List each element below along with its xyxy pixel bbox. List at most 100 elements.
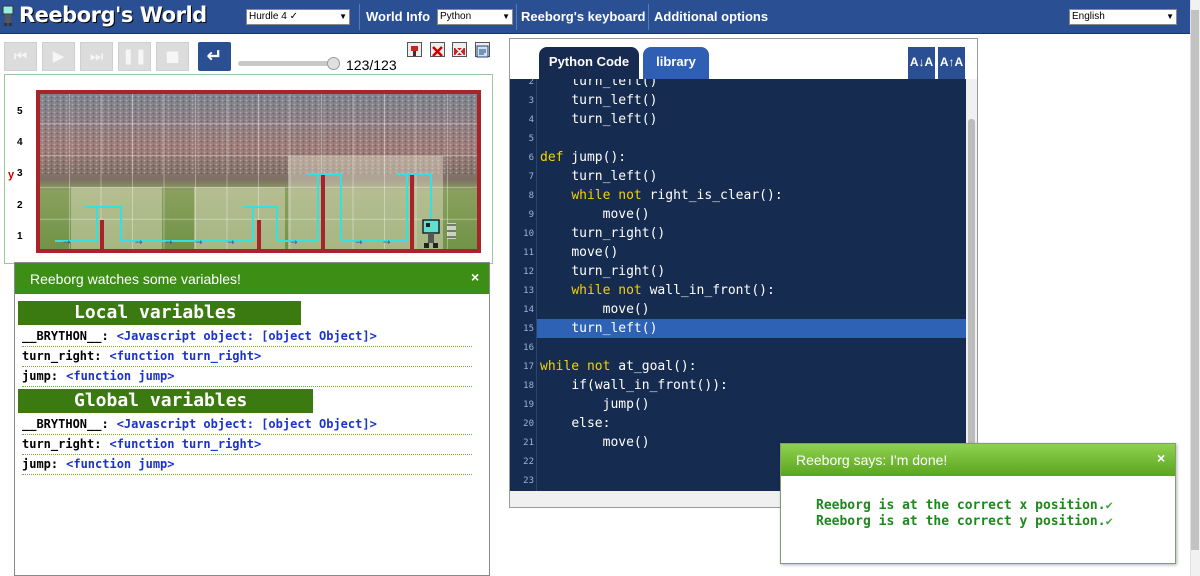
code-text: turn_left(): [571, 321, 658, 336]
variable-value: <Javascript object: [object Object]>: [116, 417, 377, 431]
line-number: 23: [523, 476, 534, 486]
y-tick: 4: [17, 137, 23, 148]
local-variables-heading: Local variables: [18, 301, 301, 325]
code-line: if(wall_in_front()):: [540, 376, 728, 395]
variable-value: <function jump>: [66, 457, 175, 471]
done-dialog-header[interactable]: Reeborg says: I'm done! ×: [781, 444, 1175, 476]
additional-options-link[interactable]: Additional options: [654, 9, 768, 24]
code-text: jump():: [563, 150, 627, 165]
line-number: 15: [523, 324, 534, 334]
line-number: 3: [528, 96, 534, 106]
edit-world-icon[interactable]: [475, 42, 490, 58]
svg-text:→: →: [227, 238, 235, 248]
svg-text:→: →: [355, 238, 363, 248]
code-line: turn_left(): [540, 79, 657, 91]
history-slider[interactable]: [238, 61, 338, 66]
programming-language-select[interactable]: Python ▼: [437, 9, 513, 25]
clear-world-icon[interactable]: [430, 42, 445, 57]
code-line: turn_right(): [540, 262, 665, 281]
editor-scrollbar-thumb[interactable]: [968, 119, 975, 489]
step-button[interactable]: ⏭: [80, 42, 113, 71]
menu-divider: [516, 4, 517, 30]
line-number: 4: [528, 115, 534, 125]
robot-details-icon[interactable]: [407, 42, 422, 57]
code-text: right_is_clear():: [641, 188, 783, 203]
code-keyword: while not: [571, 188, 642, 203]
y-tick: 2: [17, 200, 23, 211]
code-line: turn_left(): [540, 167, 657, 186]
code-line: turn_right(): [540, 224, 665, 243]
line-number: 6: [528, 153, 534, 163]
close-icon[interactable]: ×: [1157, 450, 1165, 466]
done-dialog: Reeborg says: I'm done! × Reeborg is at …: [780, 443, 1176, 564]
line-number: 11: [523, 248, 534, 258]
svg-text:→: →: [195, 238, 203, 248]
stop-button[interactable]: ■: [156, 42, 189, 71]
done-dialog-title: Reeborg says: I'm done!: [796, 452, 948, 468]
pause-button[interactable]: ❚❚: [118, 42, 151, 71]
success-message: Reeborg is at the correct y position.✔: [816, 514, 1113, 529]
variable-name: jump:: [22, 369, 59, 383]
chevron-down-icon: ▼: [502, 12, 510, 21]
code-keyword: def: [540, 150, 564, 165]
variables-panel-header[interactable]: Reeborg watches some variables! ×: [15, 263, 489, 294]
variable-row: jump: <function jump>: [22, 455, 472, 475]
variable-value: <function jump>: [66, 369, 175, 383]
code-line: else:: [540, 414, 610, 433]
step-counter: 123/123: [346, 57, 397, 73]
close-icon[interactable]: ×: [471, 269, 479, 285]
variable-row: __BRYTHON__: <Javascript object: [object …: [22, 327, 472, 347]
line-number: 9: [528, 210, 534, 220]
y-axis-label: y: [8, 169, 15, 181]
rewind-icon: ⏮: [13, 47, 28, 65]
code-text: move(): [602, 302, 650, 317]
ui-language-select[interactable]: English ▼: [1069, 9, 1177, 25]
increase-font-button[interactable]: A↑A: [938, 47, 965, 79]
reload-button[interactable]: ↵: [198, 42, 231, 71]
world-select[interactable]: Hurdle 4 ✓ ▼: [246, 9, 350, 25]
rewind-button[interactable]: ⏮: [4, 42, 37, 71]
line-number: 18: [523, 381, 534, 391]
history-slider-handle[interactable]: [327, 57, 340, 70]
code-keyword: while not: [540, 359, 611, 374]
ui-language-value: English: [1072, 11, 1105, 22]
chevron-down-icon: ▼: [1166, 12, 1174, 21]
line-number: 20: [523, 419, 534, 429]
editor-tab-bar: Python Code library A↓A A↑A: [510, 39, 977, 79]
delete-world-icon[interactable]: [452, 42, 467, 57]
code-text: wall_in_front():: [641, 283, 775, 298]
svg-text:→: →: [383, 238, 391, 248]
keyboard-link[interactable]: Reeborg's keyboard: [521, 9, 645, 24]
run-button[interactable]: ▶: [42, 42, 75, 71]
variable-value: <function turn_right>: [109, 349, 262, 363]
stop-icon: ■: [165, 47, 180, 65]
code-text: else:: [571, 416, 611, 431]
tab-python-code[interactable]: Python Code: [539, 47, 639, 79]
variable-name: __BRYTHON__:: [22, 417, 109, 431]
decrease-font-button[interactable]: A↓A: [908, 47, 935, 79]
world-grid: → → → → → → → → 5 4 3 2 1 y: [8, 90, 481, 253]
world-info-link[interactable]: World Info: [366, 9, 430, 24]
code-text: turn_left(): [571, 112, 658, 127]
tab-library[interactable]: library: [643, 47, 709, 79]
y-tick: 3: [17, 168, 23, 179]
code-editor[interactable]: 2 3 4 5 6 7 8 9 10 11 12 13 14 15 16 17 18 19 20 21 22 23 tur…: [510, 79, 966, 491]
code-text: turn_left(): [571, 79, 658, 89]
code-text: move(): [571, 245, 619, 260]
code-line: move(): [540, 433, 650, 452]
code-editor-panel: Python Code library A↓A A↑A 2 3 4 5 6 7 8 9 10 11…: [509, 38, 978, 508]
checkmark-icon: ✔: [1105, 498, 1113, 512]
variables-watch-panel: Reeborg watches some variables! × Local …: [14, 262, 490, 576]
line-number: 5: [528, 134, 534, 144]
code-text: move(): [602, 207, 650, 222]
page-scrollbar-thumb[interactable]: [1191, 10, 1199, 550]
code-text: turn_right(): [571, 226, 666, 241]
line-number: 21: [523, 438, 534, 448]
